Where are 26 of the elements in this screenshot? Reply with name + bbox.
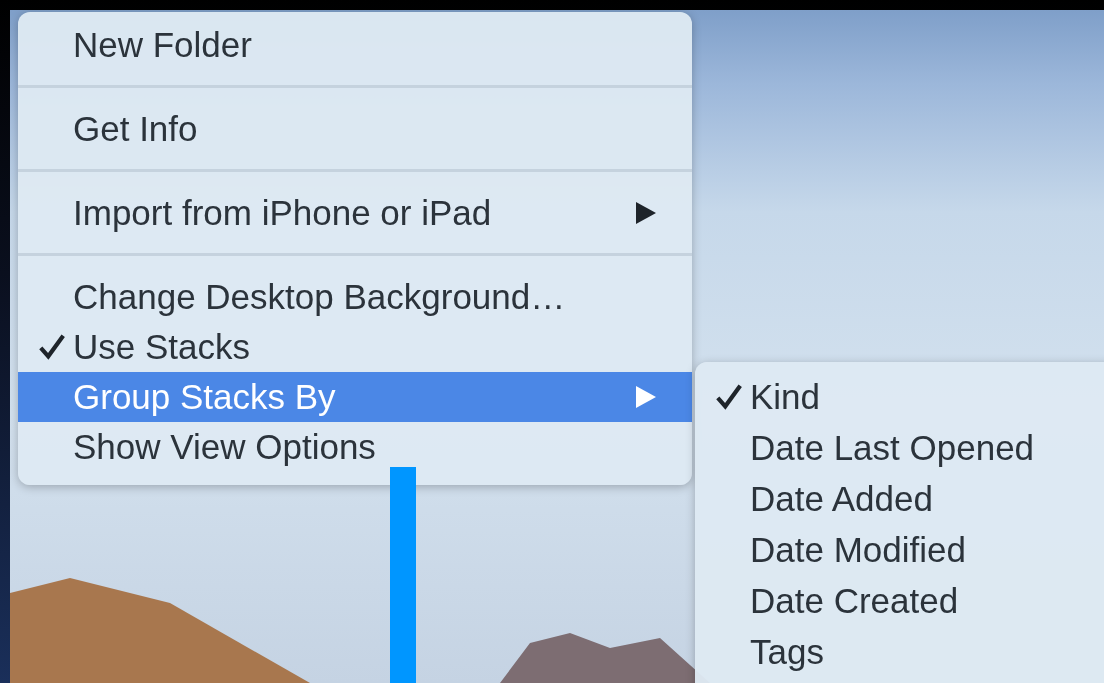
menu-item-label: Date Created xyxy=(750,580,960,621)
menu-item-label: Group Stacks By xyxy=(73,377,337,417)
menu-item[interactable]: Date Added xyxy=(695,473,1104,524)
menu-item[interactable]: Get Info xyxy=(18,104,692,154)
menu-item-label: Get Info xyxy=(73,109,199,149)
menu-item[interactable]: Group Stacks By xyxy=(18,372,692,422)
menu-item-label: Show View Options xyxy=(73,427,377,467)
menu-item-label: Date Added xyxy=(750,478,934,519)
menu-item-label: Date Modified xyxy=(750,529,967,570)
menu-item[interactable]: Show View Options xyxy=(18,422,692,472)
menu-item[interactable]: New Folder xyxy=(18,20,692,70)
menu-item-label: Kind xyxy=(750,376,822,417)
menu-item-label: Date Last Opened xyxy=(750,427,1036,468)
menu-item[interactable]: Date Modified xyxy=(695,524,1104,575)
menu-item-label: Tags xyxy=(750,631,825,672)
menu-item-label: New Folder xyxy=(73,25,253,65)
menu-item[interactable]: Tags xyxy=(695,626,1104,677)
menu-item-label: Change Desktop Background… xyxy=(73,277,567,317)
menu-item[interactable]: Date Created xyxy=(695,575,1104,626)
menu-item[interactable]: Change Desktop Background… xyxy=(18,272,692,322)
menu-item[interactable]: Date Last Opened xyxy=(695,422,1104,473)
menu-item[interactable]: Use Stacks xyxy=(18,322,692,372)
menu-item-label: Import from iPhone or iPad xyxy=(73,193,493,233)
menu-item-label: Use Stacks xyxy=(73,327,251,367)
menu-item[interactable]: Kind xyxy=(695,371,1104,422)
menu-item[interactable]: Import from iPhone or iPad xyxy=(18,188,692,238)
